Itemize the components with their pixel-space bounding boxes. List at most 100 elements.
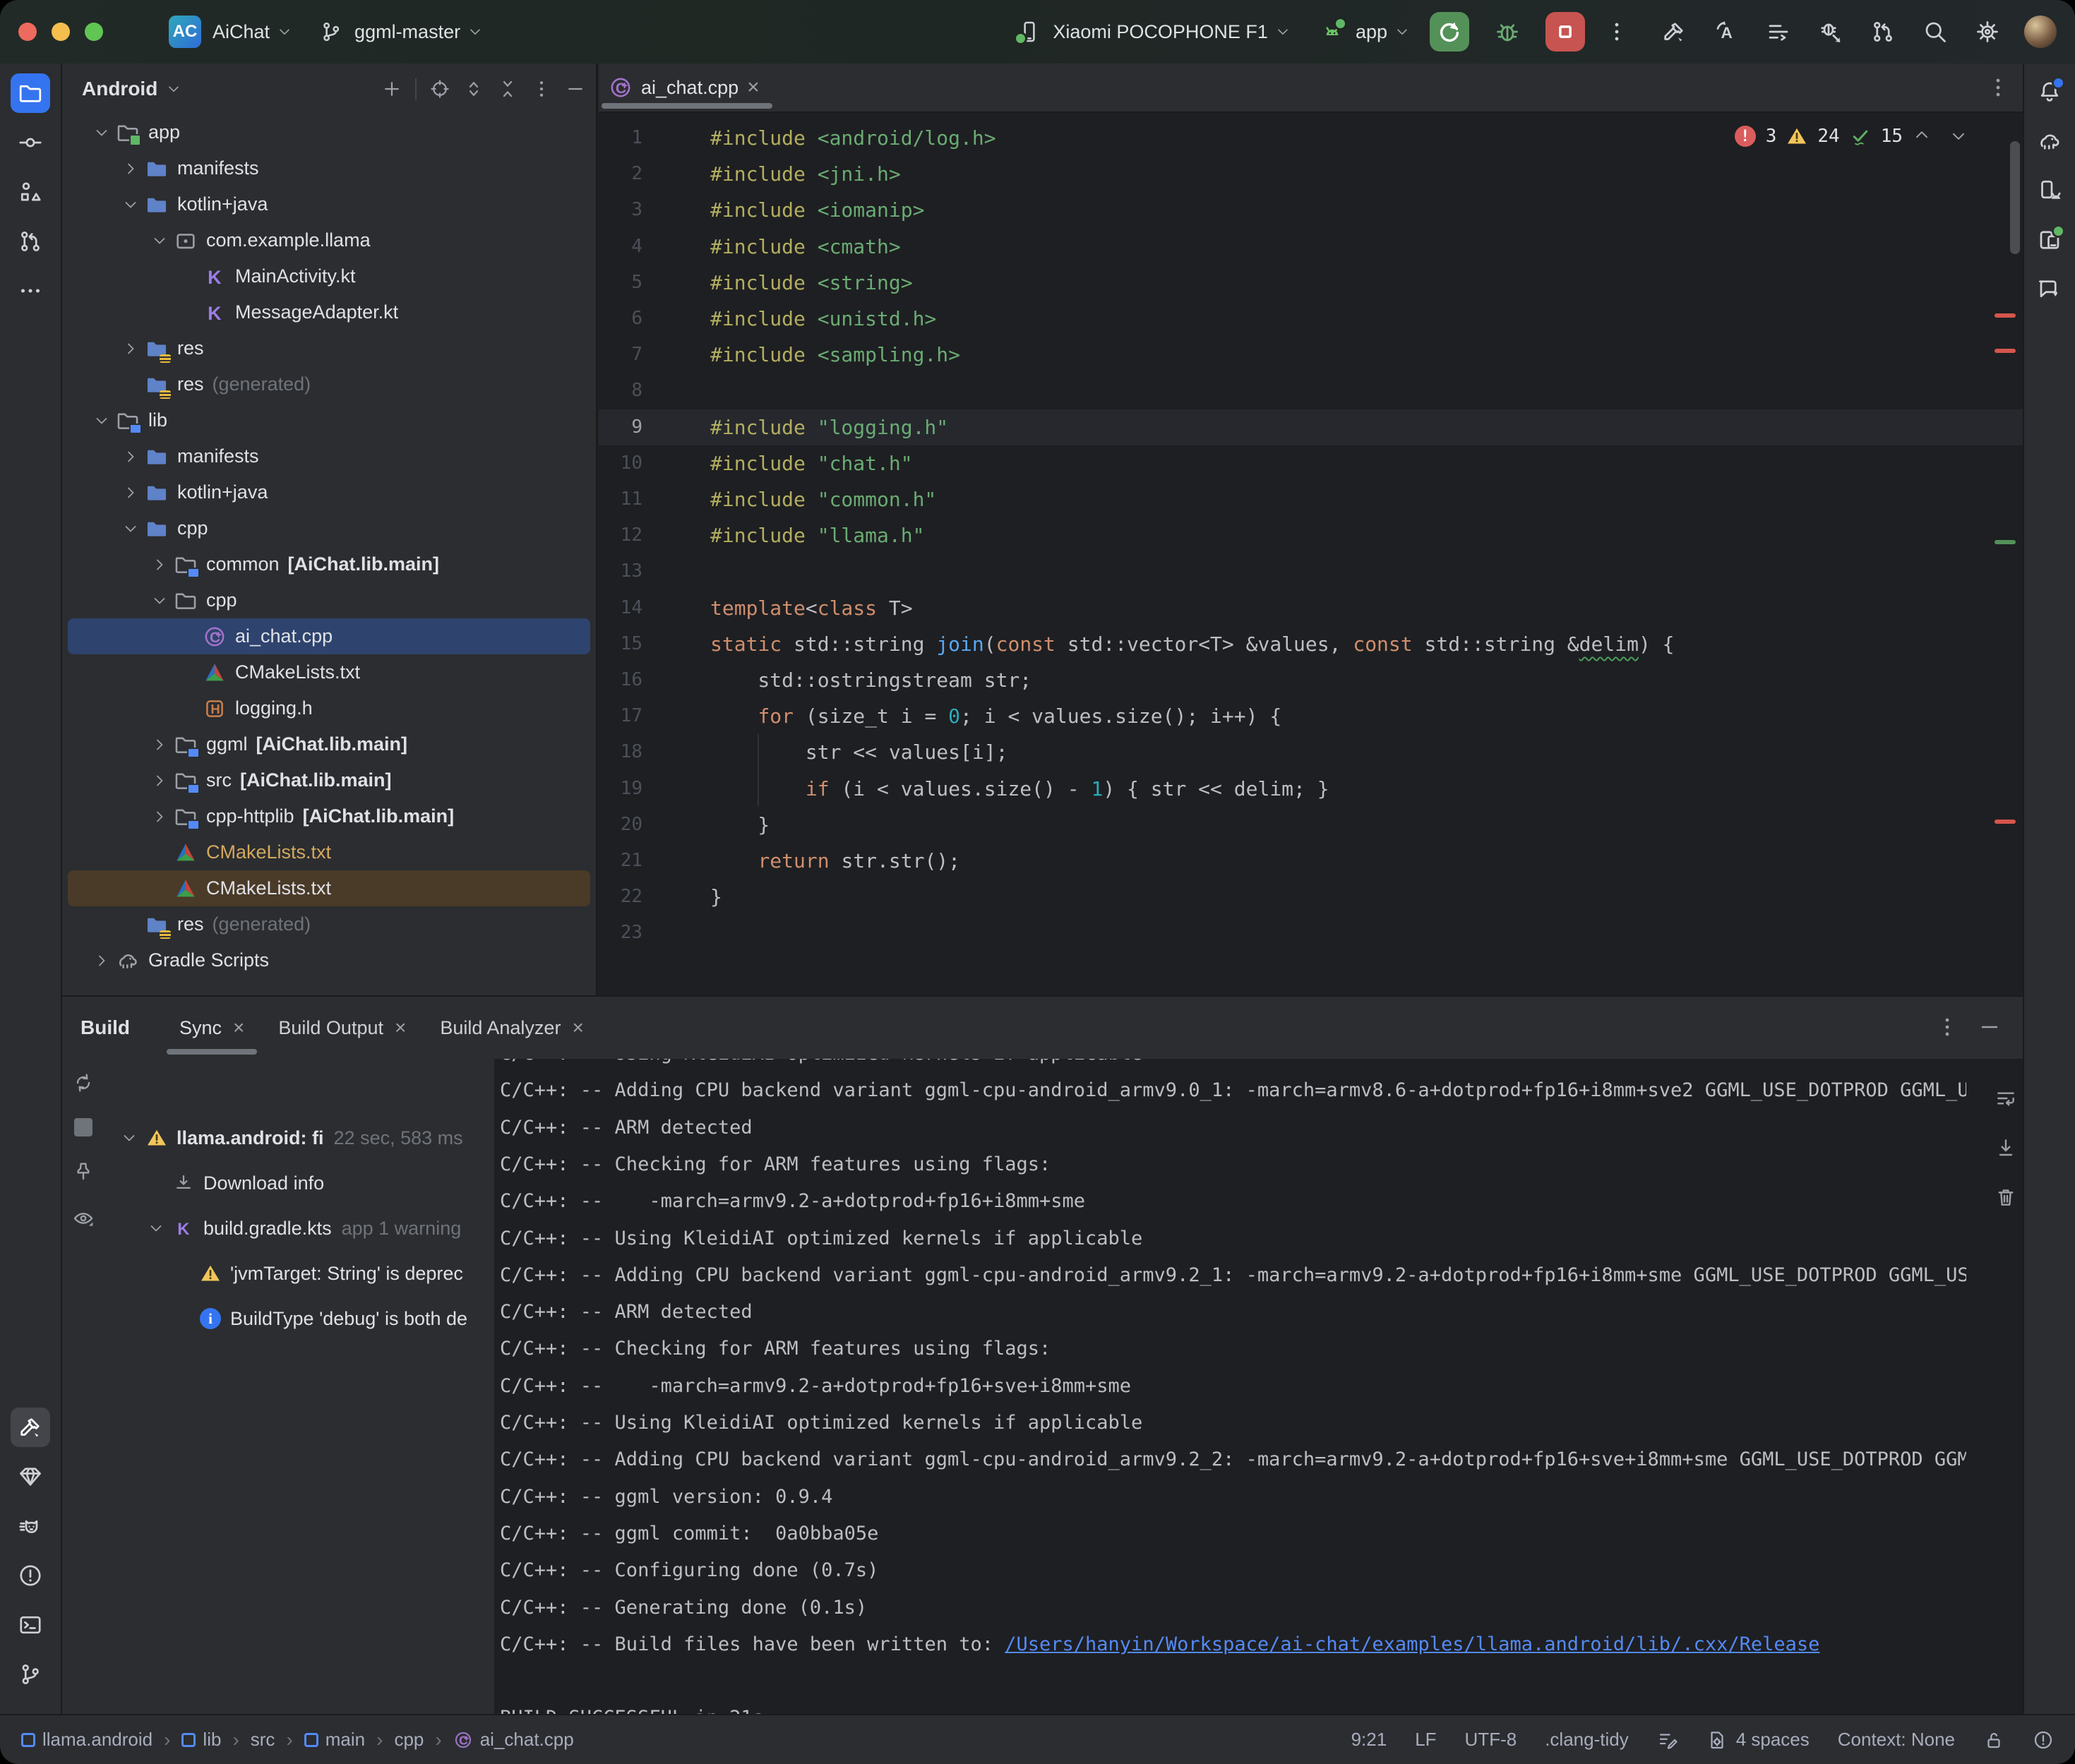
line-number[interactable]: 20 — [599, 807, 642, 843]
line-number[interactable]: 1 — [599, 120, 642, 156]
build-tree-item[interactable]: iBuildType 'debug' is both de — [116, 1296, 494, 1341]
line-number[interactable]: 22 — [599, 879, 642, 915]
more-actions-kebab-icon[interactable] — [1605, 20, 1629, 44]
line-number[interactable]: 4 — [599, 229, 642, 265]
breadcrumb-item-main[interactable]: main — [304, 1729, 365, 1751]
sidebar-item-logcat[interactable] — [11, 1506, 50, 1546]
project-selector[interactable]: AiChat — [213, 21, 270, 43]
eye-icon[interactable] — [72, 1207, 95, 1230]
build-console[interactable]: C/C++: -- Using KleidiAI optimized kerne… — [494, 1059, 2023, 1714]
tree-item-kotlin-java[interactable]: kotlin+java — [68, 474, 590, 510]
code-style-icon[interactable] — [1657, 1729, 1678, 1751]
breadcrumb-item-cpp[interactable]: cpp — [394, 1729, 424, 1751]
tree-chevron[interactable] — [118, 336, 143, 361]
search-icon[interactable] — [1922, 19, 1948, 44]
tree-item-app[interactable]: app — [68, 114, 590, 150]
tree-chevron[interactable] — [147, 552, 172, 577]
more-kebab-icon[interactable] — [531, 78, 552, 100]
build-tab-build-analyzer[interactable]: Build Analyzer× — [423, 997, 600, 1059]
tree-item-cmakelists-txt[interactable]: CMakeLists.txt — [68, 870, 590, 906]
encoding-widget[interactable]: UTF-8 — [1465, 1729, 1517, 1751]
tree-chevron[interactable] — [147, 588, 172, 613]
tree-item-common[interactable]: common[AiChat.lib.main] — [68, 546, 590, 582]
tree-item-cmakelists-txt[interactable]: CMakeLists.txt — [68, 834, 590, 870]
debug-button[interactable] — [1488, 12, 1527, 52]
refresh-icon[interactable] — [72, 1072, 95, 1094]
line-number[interactable]: 12 — [599, 517, 642, 553]
tree-chevron[interactable] — [118, 516, 143, 541]
sidebar-item-gemini[interactable] — [2030, 270, 2069, 309]
context-widget[interactable]: Context: None — [1838, 1729, 1955, 1751]
build-tab-sync[interactable]: Sync× — [162, 997, 261, 1059]
sidebar-item-more[interactable] — [11, 271, 50, 311]
build-tree-item[interactable]: Download info — [116, 1160, 494, 1206]
tree-item-src[interactable]: src[AiChat.lib.main] — [68, 762, 590, 798]
breadcrumb-item-lib[interactable]: lib — [181, 1729, 221, 1751]
line-number[interactable]: 11 — [599, 481, 642, 517]
sidebar-item-structure[interactable] — [11, 172, 50, 212]
todo-lines-icon[interactable] — [1766, 19, 1791, 44]
close-tab-icon[interactable]: × — [395, 1016, 406, 1039]
hide-build-panel-icon[interactable] — [1978, 1015, 2002, 1039]
zoom-window-button[interactable] — [85, 23, 103, 41]
scroll-to-end-icon[interactable] — [1995, 1136, 2017, 1159]
sidebar-item-terminal[interactable] — [11, 1605, 50, 1645]
line-number[interactable]: 10 — [599, 445, 642, 481]
branch-selector[interactable]: ggml-master — [354, 21, 460, 43]
add-icon[interactable] — [381, 78, 402, 100]
hide-icon[interactable] — [565, 78, 586, 100]
tree-item-logging-h[interactable]: logging.h — [68, 690, 590, 726]
update-project-icon[interactable] — [1870, 19, 1896, 44]
problems-status-icon[interactable] — [2033, 1729, 2054, 1751]
rerun-button[interactable] — [1430, 12, 1469, 52]
sidebar-item-commit[interactable] — [11, 123, 50, 162]
sidebar-item-notifications[interactable] — [2030, 72, 2069, 112]
tree-item-manifests[interactable]: manifests — [68, 150, 590, 186]
line-number[interactable]: 13 — [599, 553, 642, 589]
close-window-button[interactable] — [18, 23, 37, 41]
line-number[interactable]: 8 — [599, 373, 642, 409]
tree-chevron[interactable] — [147, 804, 172, 829]
line-number[interactable]: 7 — [599, 337, 642, 373]
sidebar-item-running-devices[interactable] — [2030, 220, 2069, 260]
code-editor[interactable]: ! 3 24 15 1#include <android/log.h>2#inc… — [599, 113, 2023, 995]
tab-ai_chat-cpp[interactable]: ai_chat.cpp × — [599, 64, 775, 112]
close-tab-icon[interactable]: × — [233, 1016, 244, 1039]
line-number[interactable]: 9 — [599, 409, 642, 445]
sidebar-item-problems[interactable] — [11, 1556, 50, 1595]
project-view-selector[interactable]: Android — [82, 78, 157, 100]
tree-item-gradle-scripts[interactable]: Gradle Scripts — [68, 942, 590, 978]
build-tree-item[interactable]: build.gradle.ktsapp 1 warning — [116, 1206, 494, 1251]
line-number[interactable]: 17 — [599, 698, 642, 734]
line-ending-widget[interactable]: LF — [1415, 1729, 1436, 1751]
pin-icon[interactable] — [72, 1160, 95, 1183]
line-number[interactable]: 18 — [599, 734, 642, 770]
tree-chevron[interactable] — [147, 228, 172, 253]
tree-chevron[interactable] — [116, 1129, 143, 1146]
tree-item-manifests[interactable]: manifests — [68, 438, 590, 474]
tree-item-res[interactable]: res(generated) — [68, 906, 590, 942]
build-tree-item[interactable]: 'jvmTarget: String' is deprec — [116, 1251, 494, 1296]
collapse-all-icon[interactable] — [497, 78, 518, 100]
breadcrumb-item-ai-chat-cpp[interactable]: ai_chat.cpp — [453, 1729, 574, 1751]
caret-position-widget[interactable]: 9:21 — [1351, 1729, 1387, 1751]
build-icon[interactable] — [1661, 19, 1687, 44]
profiler-icon[interactable] — [1818, 19, 1843, 44]
sidebar-item-device-manager[interactable] — [2030, 171, 2069, 210]
sidebar-item-gradle[interactable] — [2030, 121, 2069, 161]
line-number[interactable]: 5 — [599, 265, 642, 301]
tree-chevron[interactable] — [143, 1220, 169, 1237]
tree-chevron[interactable] — [89, 948, 114, 973]
tree-item-cpp-httplib[interactable]: cpp-httplib[AiChat.lib.main] — [68, 798, 590, 834]
sidebar-item-build[interactable] — [11, 1408, 50, 1447]
stop-square-icon[interactable] — [74, 1118, 92, 1136]
expand-all-icon[interactable] — [463, 78, 484, 100]
sidebar-item-project[interactable] — [11, 73, 50, 113]
tree-item-lib[interactable]: lib — [68, 402, 590, 438]
avatar[interactable] — [2024, 16, 2057, 48]
line-number[interactable]: 2 — [599, 156, 642, 192]
line-number[interactable]: 14 — [599, 590, 642, 626]
tree-item-res[interactable]: res(generated) — [68, 366, 590, 402]
tree-item-mainactivity-kt[interactable]: MainActivity.kt — [68, 258, 590, 294]
line-number[interactable]: 6 — [599, 301, 642, 337]
